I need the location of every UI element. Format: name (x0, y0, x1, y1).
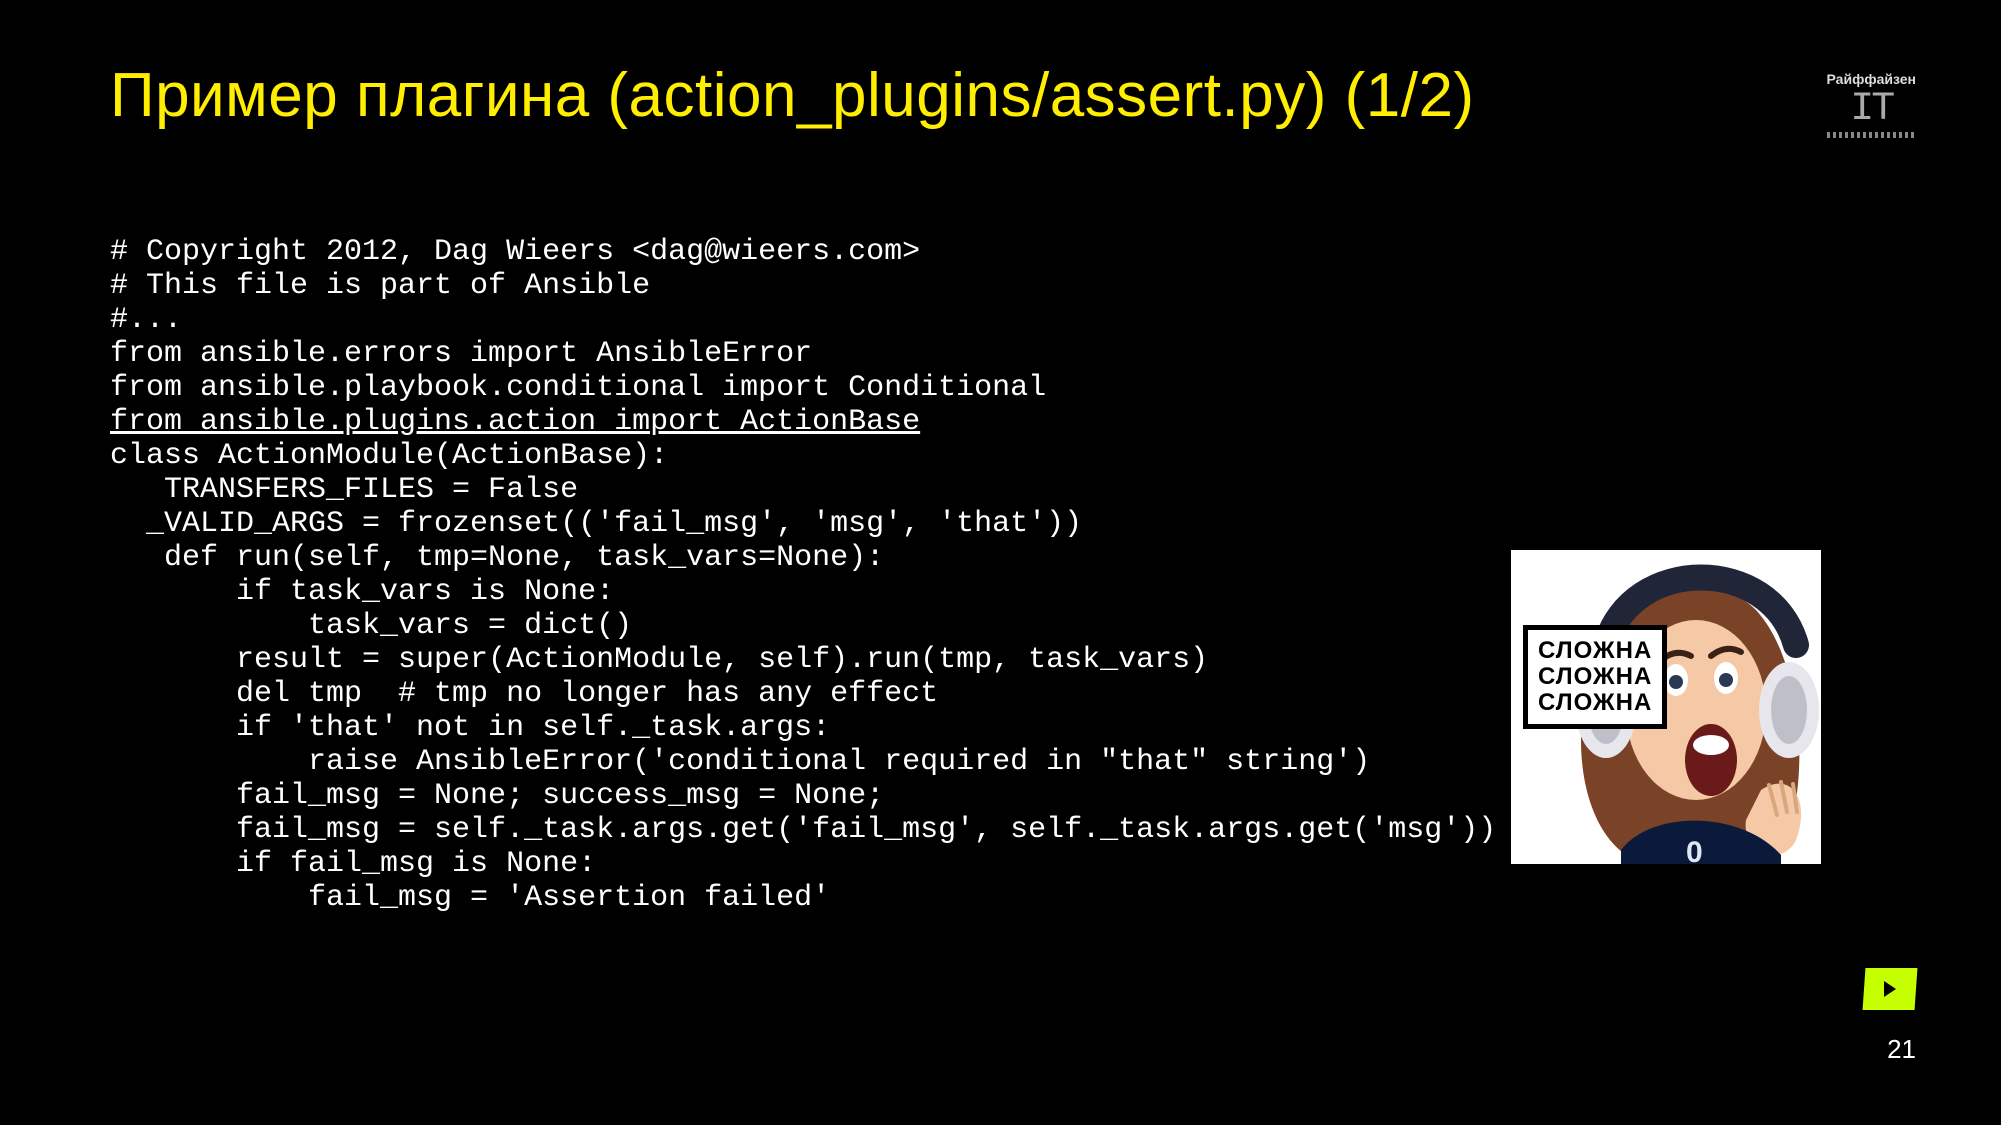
code-line: #... (110, 303, 182, 337)
code-line: from ansible.errors import AnsibleError (110, 337, 812, 371)
code-line: fail_msg = None; success_msg = None; (110, 779, 884, 813)
code-line: _VALID_ARGS = frozenset(('fail_msg', 'ms… (110, 507, 1082, 541)
page-number: 21 (1887, 1034, 1916, 1065)
brand-it: IT (1827, 90, 1916, 130)
code-line-underlined: from ansible.plugins.action import Actio… (110, 405, 920, 439)
code-line: if 'that' not in self._task.args: (110, 711, 830, 745)
code-line: del tmp # tmp no longer has any effect (110, 677, 938, 711)
code-line: TRANSFERS_FILES = False (110, 473, 578, 507)
slide: Пример плагина (action_plugins/assert.py… (0, 0, 2001, 1125)
code-line: if task_vars is None: (110, 575, 614, 609)
code-line: class ActionModule(ActionBase): (110, 439, 668, 473)
svg-text:0: 0 (1686, 836, 1703, 864)
code-line: result = super(ActionModule, self).run(t… (110, 643, 1208, 677)
brand-logo: Райффайзен IT (1827, 72, 1916, 130)
meme-image: 0 СЛОЖНА СЛОЖНА СЛОЖНА (1511, 550, 1821, 864)
code-line: # This file is part of Ansible (110, 269, 650, 303)
meme-text-bubble: СЛОЖНА СЛОЖНА СЛОЖНА (1523, 625, 1667, 729)
code-line: task_vars = dict() (110, 609, 632, 643)
code-line: def run(self, tmp=None, task_vars=None): (110, 541, 884, 575)
meme-text-line: СЛОЖНА (1538, 638, 1652, 664)
meme-text-line: СЛОЖНА (1538, 664, 1652, 690)
code-block: # Copyright 2012, Dag Wieers <dag@wieers… (110, 235, 1496, 915)
code-line: # Copyright 2012, Dag Wieers <dag@wieers… (110, 235, 920, 269)
code-line: from ansible.playbook.conditional import… (110, 371, 1046, 405)
footer-logo-icon (1863, 968, 1918, 1010)
brand-name: Райффайзен (1827, 72, 1916, 86)
code-line: fail_msg = self._task.args.get('fail_msg… (110, 813, 1496, 847)
slide-title: Пример плагина (action_plugins/assert.py… (110, 60, 1475, 131)
code-line: raise AnsibleError('conditional required… (110, 745, 1370, 779)
code-line: fail_msg = 'Assertion failed' (110, 881, 830, 915)
code-line: if fail_msg is None: (110, 847, 596, 881)
meme-text-line: СЛОЖНА (1538, 690, 1652, 716)
